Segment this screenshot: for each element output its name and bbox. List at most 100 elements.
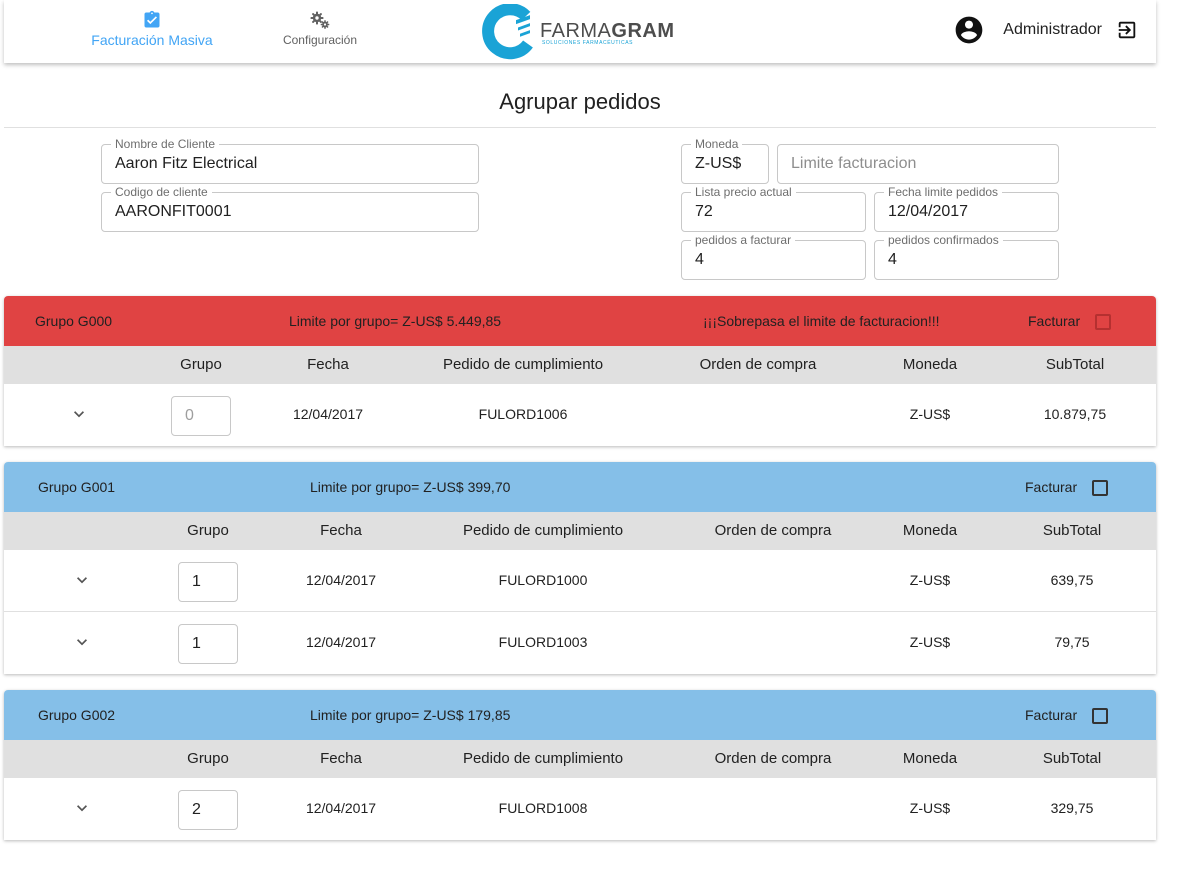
row-currency: Z-US$ bbox=[909, 406, 951, 422]
page-title: Agrupar pedidos bbox=[499, 89, 661, 114]
row-currency: Z-US$ bbox=[909, 800, 951, 816]
group-card-g002: Grupo G002 Limite por grupo= Z-US$ 179,8… bbox=[4, 690, 1156, 840]
table-header: Grupo Fecha Pedido de cumplimiento Orden… bbox=[4, 346, 1156, 384]
table-row: 12/04/2017 FULORD1006 Z-US$ 10.879,75 bbox=[4, 384, 1156, 446]
group-number-field[interactable] bbox=[178, 624, 238, 664]
facturar-checkbox[interactable] bbox=[1095, 314, 1111, 330]
table-row: 12/04/2017 FULORD1000 Z-US$ 639,75 bbox=[4, 550, 1156, 612]
chevron-down-icon[interactable] bbox=[72, 798, 92, 818]
row-date: 12/04/2017 bbox=[305, 572, 377, 588]
row-subtotal: 79,75 bbox=[1054, 634, 1090, 650]
user-area: Administrador bbox=[953, 14, 1138, 46]
col-pedido-cumplimiento: Pedido de cumplimiento bbox=[462, 750, 624, 767]
orders-confirmed-value: 4 bbox=[888, 251, 897, 268]
row-subtotal: 10.879,75 bbox=[1043, 406, 1107, 422]
group-name: Grupo G002 bbox=[38, 707, 116, 723]
col-pedido-cumplimiento: Pedido de cumplimiento bbox=[442, 356, 604, 373]
orders-to-bill-field[interactable]: pedidos a facturar 4 bbox=[681, 233, 866, 280]
client-code-field[interactable]: Codigo de cliente AARONFIT0001 bbox=[101, 185, 479, 232]
farmagram-logo-mark bbox=[482, 4, 533, 60]
row-subtotal: 329,75 bbox=[1050, 800, 1094, 816]
group-name: Grupo G000 bbox=[35, 313, 113, 329]
logo-tagline: SOLUCIONES FARMACÉUTICAS bbox=[542, 40, 634, 46]
clipboard-check-icon bbox=[144, 10, 160, 28]
group-number-field[interactable] bbox=[178, 790, 238, 830]
billing-limit-input[interactable] bbox=[778, 145, 1058, 183]
col-fecha: Fecha bbox=[320, 522, 362, 539]
facturar-checkbox[interactable] bbox=[1092, 480, 1108, 496]
title-divider bbox=[4, 127, 1156, 128]
nav-facturacion-label: Facturación Masiva bbox=[91, 32, 213, 48]
group-limit: Limite por grupo= Z-US$ 399,70 bbox=[310, 479, 511, 495]
group-header: Grupo G000 Limite por grupo= Z-US$ 5.449… bbox=[4, 296, 1156, 346]
client-name-field[interactable]: Nombre de Cliente Aaron Fitz Electrical bbox=[101, 137, 479, 184]
group-number-input[interactable] bbox=[179, 625, 237, 663]
chevron-down-icon[interactable] bbox=[72, 632, 92, 652]
col-subtotal: SubTotal bbox=[1042, 522, 1102, 539]
row-date: 12/04/2017 bbox=[305, 634, 377, 650]
billing-limit-field[interactable] bbox=[777, 144, 1059, 184]
top-app-bar: Facturación Masiva Configuración FARMAGR… bbox=[4, 0, 1156, 63]
user-name[interactable]: Administrador bbox=[1003, 21, 1102, 39]
currency-field[interactable]: Moneda Z-US$ bbox=[681, 137, 769, 184]
col-fecha: Fecha bbox=[307, 356, 349, 373]
group-number-field[interactable] bbox=[178, 562, 238, 602]
group-header: Grupo G002 Limite por grupo= Z-US$ 179,8… bbox=[4, 690, 1156, 740]
price-list-label: Lista precio actual bbox=[691, 185, 796, 199]
table-header: Grupo Fecha Pedido de cumplimiento Orden… bbox=[4, 740, 1156, 778]
group-header: Grupo G001 Limite por grupo= Z-US$ 399,7… bbox=[4, 462, 1156, 512]
chevron-down-icon[interactable] bbox=[72, 570, 92, 590]
price-list-value: 72 bbox=[695, 203, 713, 220]
group-number-input[interactable] bbox=[179, 563, 237, 601]
client-code-label: Codigo de cliente bbox=[111, 185, 212, 199]
table-row: 12/04/2017 FULORD1003 Z-US$ 79,75 bbox=[4, 612, 1156, 674]
facturar-label: Facturar bbox=[1025, 707, 1078, 723]
group-name: Grupo G001 bbox=[38, 479, 116, 495]
col-moneda: Moneda bbox=[902, 356, 958, 373]
col-grupo: Grupo bbox=[187, 750, 229, 767]
orders-to-bill-label: pedidos a facturar bbox=[691, 233, 796, 247]
orders-confirmed-field[interactable]: pedidos confirmados 4 bbox=[874, 233, 1059, 280]
col-moneda: Moneda bbox=[902, 522, 958, 539]
group-limit: Limite por grupo= Z-US$ 179,85 bbox=[310, 707, 511, 723]
row-currency: Z-US$ bbox=[909, 634, 951, 650]
nav-facturacion-masiva[interactable]: Facturación Masiva bbox=[90, 10, 214, 48]
order-deadline-label: Fecha limite pedidos bbox=[884, 185, 1003, 199]
col-pedido-cumplimiento: Pedido de cumplimiento bbox=[462, 522, 624, 539]
facturar-checkbox[interactable] bbox=[1092, 708, 1108, 724]
group-number-input[interactable] bbox=[172, 397, 230, 435]
col-subtotal: SubTotal bbox=[1042, 750, 1102, 767]
nav-configuracion[interactable]: Configuración bbox=[279, 10, 361, 47]
row-fulfillment-order: FULORD1003 bbox=[498, 634, 588, 650]
facturar-label: Facturar bbox=[1028, 313, 1081, 329]
group-card-g000: Grupo G000 Limite por grupo= Z-US$ 5.449… bbox=[4, 296, 1156, 446]
chevron-down-icon[interactable] bbox=[69, 404, 89, 424]
col-subtotal: SubTotal bbox=[1045, 356, 1105, 373]
row-fulfillment-order: FULORD1008 bbox=[498, 800, 588, 816]
col-orden-compra: Orden de compra bbox=[714, 750, 832, 767]
row-fulfillment-order: FULORD1000 bbox=[498, 572, 588, 588]
col-fecha: Fecha bbox=[320, 750, 362, 767]
order-deadline-field[interactable]: Fecha limite pedidos 12/04/2017 bbox=[874, 185, 1059, 232]
table-row: 12/04/2017 FULORD1008 Z-US$ 329,75 bbox=[4, 778, 1156, 840]
row-date: 12/04/2017 bbox=[292, 406, 364, 422]
facturar-label: Facturar bbox=[1025, 479, 1078, 495]
group-number-input[interactable] bbox=[179, 791, 237, 829]
col-grupo: Grupo bbox=[180, 356, 222, 373]
group-number-field[interactable] bbox=[171, 396, 231, 436]
currency-value: Z-US$ bbox=[695, 155, 742, 172]
col-orden-compra: Orden de compra bbox=[714, 522, 832, 539]
col-moneda: Moneda bbox=[902, 750, 958, 767]
col-orden-compra: Orden de compra bbox=[699, 356, 817, 373]
row-subtotal: 639,75 bbox=[1050, 572, 1094, 588]
client-name-label: Nombre de Cliente bbox=[111, 137, 220, 151]
price-list-field[interactable]: Lista precio actual 72 bbox=[681, 185, 866, 232]
logout-icon[interactable] bbox=[1116, 19, 1138, 41]
row-fulfillment-order: FULORD1006 bbox=[478, 406, 568, 422]
row-currency: Z-US$ bbox=[909, 572, 951, 588]
account-circle-icon[interactable] bbox=[953, 14, 985, 46]
client-name-value: Aaron Fitz Electrical bbox=[115, 155, 258, 172]
currency-label: Moneda bbox=[691, 137, 743, 151]
over-limit-warning: ¡¡¡Sobrepasa el limite de facturacion!!! bbox=[703, 313, 940, 329]
table-header: Grupo Fecha Pedido de cumplimiento Orden… bbox=[4, 512, 1156, 550]
